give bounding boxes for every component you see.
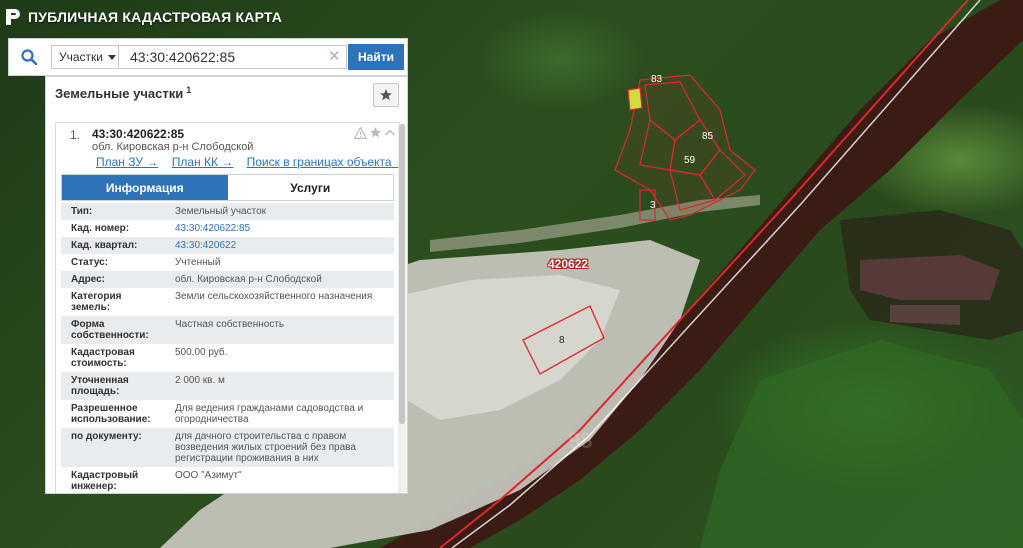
search-type-select[interactable]: Участки — [51, 45, 119, 69]
row-label: Кад. квартал: — [61, 237, 169, 254]
search-bar: Участки ✕ Найти — [8, 38, 408, 76]
row-value: ООО "Азимут" — [169, 467, 394, 493]
result-address: обл. Кировская р-н Слободской — [92, 141, 254, 153]
row-label: Тип: — [61, 203, 169, 220]
water-bay — [840, 210, 1023, 340]
scrollbar-thumb[interactable] — [399, 124, 405, 424]
parcel-number-label: 8 — [559, 335, 565, 346]
row-value: 43:30:420622:85 — [169, 220, 394, 237]
star-icon — [380, 89, 392, 101]
parcel-number-label: 83 — [651, 74, 663, 85]
tab-services[interactable]: Услуги — [227, 175, 393, 200]
row-label: Кадастровый инженер: — [61, 467, 169, 493]
result-card[interactable]: 1. 43:30:420622:85 обл. Кировская р-н Сл… — [55, 122, 400, 493]
table-row: Разрешенное использование: Для ведения гр… — [61, 400, 394, 428]
panel-header: Земельные участки 1 — [46, 77, 407, 113]
table-row: Адрес: обл. Кировская р-н Слободской — [61, 271, 394, 288]
table-row: Кадастровый инженер: ООО "Азимут" — [61, 467, 394, 493]
panel-title-text: Земельные участки — [55, 86, 184, 101]
clear-icon[interactable]: ✕ — [328, 49, 341, 65]
quarter-label: 420622 — [548, 257, 589, 271]
forest — [700, 340, 1023, 548]
parcel-number-label: 85 — [702, 131, 714, 142]
table-row: Категория земель: Земли сельскохозяйствен… — [61, 288, 394, 316]
results-panel: Земельные участки 1 1. 43:30:420622:85 об… — [45, 76, 408, 494]
row-value-link[interactable]: 43:30:420622 — [175, 240, 236, 251]
table-row: Кад. номер: 43:30:420622:85 — [61, 220, 394, 237]
map-watermark: 98 — [568, 428, 593, 453]
row-label: Разрешенное использование: — [61, 400, 169, 428]
parcel-number-label: 3 — [650, 200, 656, 211]
table-row: Тип: Земельный участок — [61, 203, 394, 220]
row-value: Земли сельскохозяйственного назначения — [169, 288, 394, 316]
row-label: Кад. номер: — [61, 220, 169, 237]
row-value: 500,00 руб. — [169, 344, 394, 372]
row-value: 43:30:420622 — [169, 237, 394, 254]
table-row: Уточненная площадь: 2 000 кв. м — [61, 372, 394, 400]
warning-icon[interactable] — [354, 126, 367, 139]
info-table: Тип: Земельный участок Кад. номер: 43:30:42… — [61, 203, 394, 493]
tab-information[interactable]: Информация — [62, 175, 228, 200]
row-label: по документу: — [61, 428, 169, 467]
row-label: Статус: — [61, 254, 169, 271]
plan-kk-link[interactable]: План КК → — [172, 155, 234, 169]
chevron-down-icon — [108, 54, 116, 60]
row-value: Частная собственность — [169, 316, 394, 344]
table-row: по документу: для дачного строительства с… — [61, 428, 394, 467]
card-tabs: Информация Услуги — [61, 174, 394, 201]
card-links: План ЗУ → План КК → Поиск в границах объ… — [96, 155, 399, 169]
table-row: Кадастровая стоимость: 500,00 руб. — [61, 344, 394, 372]
parcel-number-label: 59 — [684, 155, 696, 166]
row-value: для дачного строительства с правом возве… — [169, 428, 394, 467]
favorites-button[interactable] — [373, 83, 399, 107]
search-icon[interactable] — [9, 39, 49, 75]
row-value: Учтенный — [169, 254, 394, 271]
panel-title: Земельные участки 1 — [55, 85, 192, 101]
search-in-bounds-link[interactable]: Поиск в границах объекта → — [247, 155, 399, 169]
row-label: Адрес: — [61, 271, 169, 288]
search-type-value: Участки — [59, 50, 103, 64]
row-label: Кадастровая стоимость: — [61, 344, 169, 372]
chevron-up-icon[interactable] — [384, 127, 396, 139]
table-row: Форма собственности: Частная собственност… — [61, 316, 394, 344]
pkk-logo-icon[interactable] — [5, 8, 21, 26]
search-input[interactable] — [119, 45, 347, 69]
app-title: ПУБЛИЧНАЯ КАДАСТРОВАЯ КАРТА — [28, 9, 283, 25]
row-value: 2 000 кв. м — [169, 372, 394, 400]
panel-scrollbar[interactable] — [398, 124, 406, 492]
table-row: Статус: Учтенный — [61, 254, 394, 271]
find-button[interactable]: Найти — [348, 44, 404, 70]
row-value: обл. Кировская р-н Слободской — [169, 271, 394, 288]
row-value-link[interactable]: 43:30:420622:85 — [175, 223, 250, 234]
result-count: 1 — [186, 85, 192, 95]
row-label: Уточненная площадь: — [61, 372, 169, 400]
row-label: Форма собственности: — [61, 316, 169, 344]
result-index: 1. — [70, 128, 81, 142]
star-icon[interactable] — [369, 126, 382, 139]
card-actions — [354, 126, 396, 139]
result-cad-number: 43:30:420622:85 — [92, 127, 185, 141]
row-label: Категория земель: — [61, 288, 169, 316]
app-header: ПУБЛИЧНАЯ КАДАСТРОВАЯ КАРТА — [5, 5, 282, 29]
row-value: Земельный участок — [169, 203, 394, 220]
table-row: Кад. квартал: 43:30:420622 — [61, 237, 394, 254]
row-value: Для ведения гражданами садоводства и ого… — [169, 400, 394, 428]
plan-zu-link[interactable]: План ЗУ → — [96, 155, 158, 169]
